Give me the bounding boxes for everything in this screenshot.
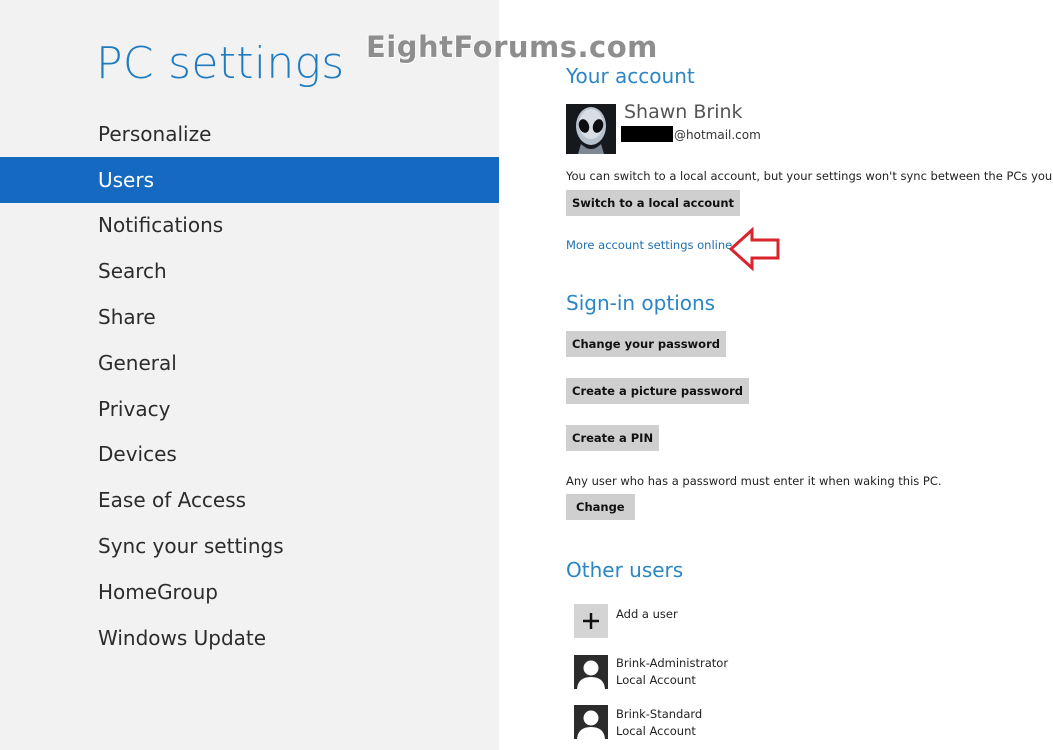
account-user-name: Shawn Brink — [624, 101, 743, 123]
user-entry-brink-administrator[interactable]: Brink-Administrator Local Account — [616, 655, 728, 689]
switch-local-description: You can switch to a local account, but y… — [566, 169, 1053, 183]
account-email: @hotmail.com — [674, 128, 761, 142]
nav-item-ease-of-access[interactable]: Ease of Access — [0, 477, 499, 523]
add-user-tile[interactable] — [574, 604, 608, 638]
annotation-arrow-icon — [728, 226, 780, 272]
user-tile-brink-administrator[interactable] — [574, 655, 608, 689]
user-silhouette-icon — [574, 705, 608, 739]
nav-item-notifications[interactable]: Notifications — [0, 202, 499, 248]
nav-item-general[interactable]: General — [0, 340, 499, 386]
nav-item-personalize[interactable]: Personalize — [0, 111, 499, 157]
page-title: PC settings — [96, 38, 345, 89]
user-account-type: Local Account — [616, 673, 696, 687]
nav-item-homegroup[interactable]: HomeGroup — [0, 569, 499, 615]
add-user-label[interactable]: Add a user — [616, 606, 678, 623]
plus-icon — [583, 613, 599, 629]
nav-item-share[interactable]: Share — [0, 294, 499, 340]
nav-item-windows-update[interactable]: Windows Update — [0, 615, 499, 661]
other-users-heading: Other users — [566, 558, 684, 582]
nav-item-privacy[interactable]: Privacy — [0, 386, 499, 432]
user-silhouette-icon — [574, 655, 608, 689]
switch-local-account-button[interactable]: Switch to a local account — [566, 190, 741, 216]
create-picture-password-button[interactable]: Create a picture password — [566, 378, 749, 404]
more-account-settings-link[interactable]: More account settings online — [566, 238, 732, 252]
user-entry-brink-standard[interactable]: Brink-Standard Local Account — [616, 706, 702, 740]
sign-in-options-heading: Sign-in options — [566, 291, 716, 315]
settings-nav-pane: PC settings Personalize Users Notificati… — [0, 0, 499, 750]
email-redaction-bar — [621, 126, 673, 142]
change-password-button[interactable]: Change your password — [566, 331, 726, 357]
nav-item-devices[interactable]: Devices — [0, 431, 499, 477]
nav-item-users[interactable]: Users — [0, 157, 499, 203]
nav-item-search[interactable]: Search — [0, 248, 499, 294]
change-wake-setting-button[interactable]: Change — [566, 494, 635, 520]
your-account-heading: Your account — [566, 64, 695, 88]
user-name: Brink-Administrator — [616, 656, 729, 670]
user-account-type: Local Account — [616, 724, 696, 738]
user-name: Brink-Standard — [616, 707, 703, 721]
user-tile-brink-standard[interactable] — [574, 705, 608, 739]
create-pin-button[interactable]: Create a PIN — [566, 425, 660, 451]
alien-avatar-icon — [566, 104, 616, 154]
nav-item-sync-settings[interactable]: Sync your settings — [0, 523, 499, 569]
site-watermark: EightForums.com — [366, 30, 658, 64]
wake-password-description: Any user who has a password must enter i… — [566, 474, 942, 488]
user-avatar — [566, 104, 616, 154]
